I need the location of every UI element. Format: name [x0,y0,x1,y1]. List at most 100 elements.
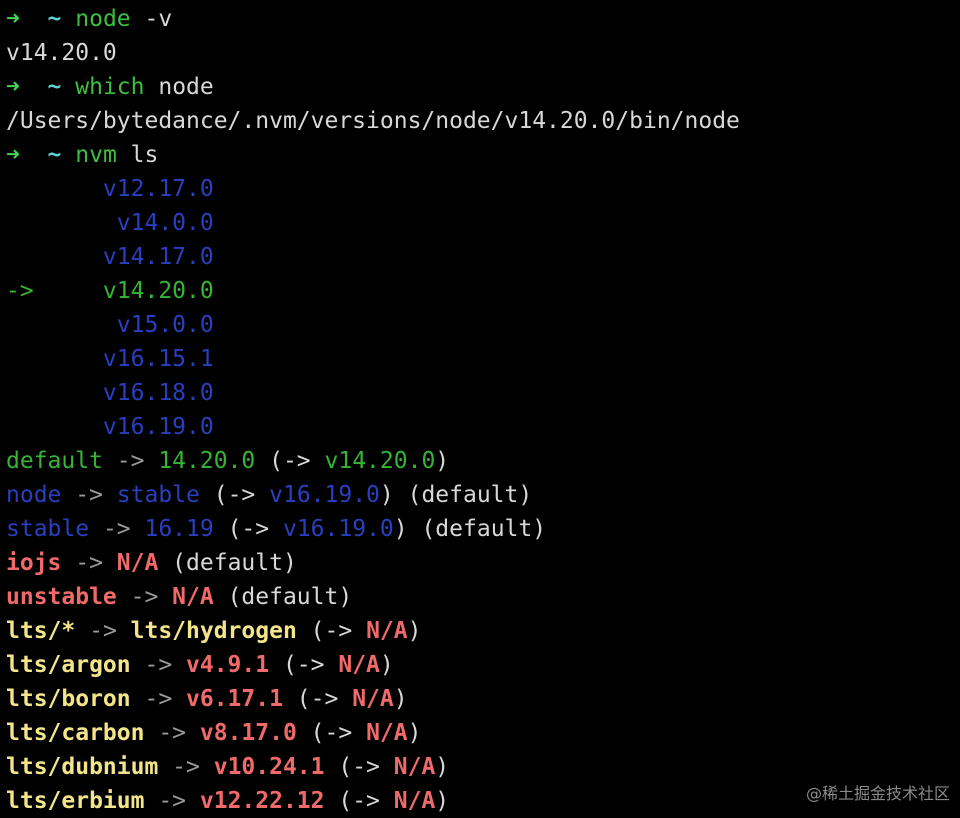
terminal-text: (default) [213,584,353,610]
terminal-text: v14.0.0 [6,210,214,236]
terminal-line: iojs -> N/A (default) [6,546,956,580]
terminal-text: ) [435,754,450,780]
terminal-text: ) [407,618,422,644]
terminal-text: v10.24.1 [213,754,325,780]
terminal-text: default [6,448,103,474]
terminal-line: unstable -> N/A (default) [6,580,956,614]
terminal-line: ➜ ~ which node [6,70,956,104]
terminal-text: unstable [6,584,117,610]
terminal-text: (-> [282,686,353,712]
terminal-text: -> [89,516,145,542]
terminal-line: v16.15.1 [6,342,956,376]
terminal-line: v14.0.0 [6,206,956,240]
terminal-line: lts/dubnium -> v10.24.1 (-> N/A) [6,750,956,784]
terminal-text: lts/* [6,618,76,644]
terminal-text: ) [407,720,422,746]
terminal-text: ~ [47,142,76,168]
terminal-line: v12.17.0 [6,172,956,206]
terminal-output: ➜ ~ node -v v14.20.0 ➜ ~ which node/Users/… [6,2,956,818]
terminal-text: -> [144,788,200,814]
terminal-line: ➜ ~ nvm ls [6,138,956,172]
terminal-line: default -> 14.20.0 (-> v14.20.0) [6,444,956,478]
terminal-line: node -> stable (-> v16.19.0) (default) [6,478,956,512]
terminal-text: node [144,74,214,100]
terminal-line: /Users/bytedance/.nvm/versions/node/v14.… [6,104,956,138]
terminal-text: (-> [296,720,367,746]
terminal-text: ~ [47,74,76,100]
terminal-text: ➜ [6,74,48,100]
terminal-line: lts/boron -> v6.17.1 (-> N/A) [6,682,956,716]
terminal-line: stable -> 16.19 (-> v16.19.0) (default) [6,512,956,546]
terminal-text: 16.19 [144,516,214,542]
terminal-text: v8.17.0 [199,720,297,746]
terminal-text: iojs [6,550,62,576]
terminal-text: -> [75,618,131,644]
terminal-text: v16.15.1 [6,346,214,372]
terminal-line: v15.0.0 [6,308,956,342]
terminal-text: (-> [324,788,394,814]
terminal-text: lts/hydrogen [130,618,297,644]
terminal-line: -> v14.20.0 [6,274,956,308]
terminal-line: v16.19.0 [6,410,956,444]
terminal-text: N/A [393,754,436,780]
terminal-text: N/A [366,618,408,644]
terminal-text: -> [158,754,214,780]
terminal-text: v16.19.0 [282,516,394,542]
terminal-line: v14.17.0 [6,240,956,274]
terminal-text: lts/boron [6,686,131,712]
terminal-text: (-> [269,652,339,678]
terminal-text: ) [393,686,408,712]
terminal-text: -> v14.20.0 [6,278,214,304]
terminal-text: ) [435,788,450,814]
terminal-text: -> [116,584,173,610]
terminal-text: v12.17.0 [6,176,214,202]
terminal-line: v14.20.0 [6,36,956,70]
terminal-text: N/A [172,584,214,610]
terminal-text: (-> [324,754,394,780]
terminal-text: (default) [158,550,297,576]
terminal-text: v15.0.0 [6,312,214,338]
terminal-text: v14.20.0 [6,40,117,66]
terminal-text: stable [6,516,90,542]
terminal-text: ) [379,652,394,678]
watermark: @稀土掘金技术社区 [805,784,950,803]
terminal-text: -> [61,550,117,576]
terminal-text: -> [130,652,187,678]
terminal-text: node [75,6,131,32]
terminal-text: v14.20.0 [324,448,436,474]
terminal-text: lts/carbon [6,720,145,746]
terminal-text: N/A [338,652,380,678]
terminal-text: -> [130,686,187,712]
terminal-text: nvm [75,142,117,168]
terminal-text: -> [102,448,159,474]
terminal-line: lts/* -> lts/hydrogen (-> N/A) [6,614,956,648]
terminal-text: ) (default) [393,516,547,542]
terminal-text: (-> [199,482,270,508]
terminal-text: v16.19.0 [6,414,214,440]
terminal-text: v16.18.0 [6,380,214,406]
terminal-text: node [6,482,62,508]
terminal-text: -> [61,482,117,508]
terminal-text: ) [435,448,450,474]
terminal-text: 14.20.0 [158,448,256,474]
terminal-text: N/A [352,686,394,712]
terminal-text: v16.19.0 [269,482,380,508]
terminal-text: v14.17.0 [6,244,214,270]
terminal-text: ls [116,142,159,168]
terminal-text: ) (default) [379,482,533,508]
terminal-text: -> [144,720,200,746]
terminal-text: ➜ [6,6,48,32]
terminal-text: v6.17.1 [186,686,283,712]
terminal-line: lts/carbon -> v8.17.0 (-> N/A) [6,716,956,750]
terminal-text: stable [116,482,200,508]
terminal-text: lts/dubnium [6,754,159,780]
terminal-text: which [75,74,145,100]
terminal-text: lts/erbium [6,788,145,814]
terminal-text: lts/argon [6,652,131,678]
terminal-text: v4.9.1 [186,652,270,678]
terminal-text: v12.22.12 [199,788,325,814]
terminal-text: -v [130,6,173,32]
terminal-text: (-> [255,448,325,474]
terminal-text: N/A [116,550,159,576]
terminal-text: (-> [213,516,283,542]
